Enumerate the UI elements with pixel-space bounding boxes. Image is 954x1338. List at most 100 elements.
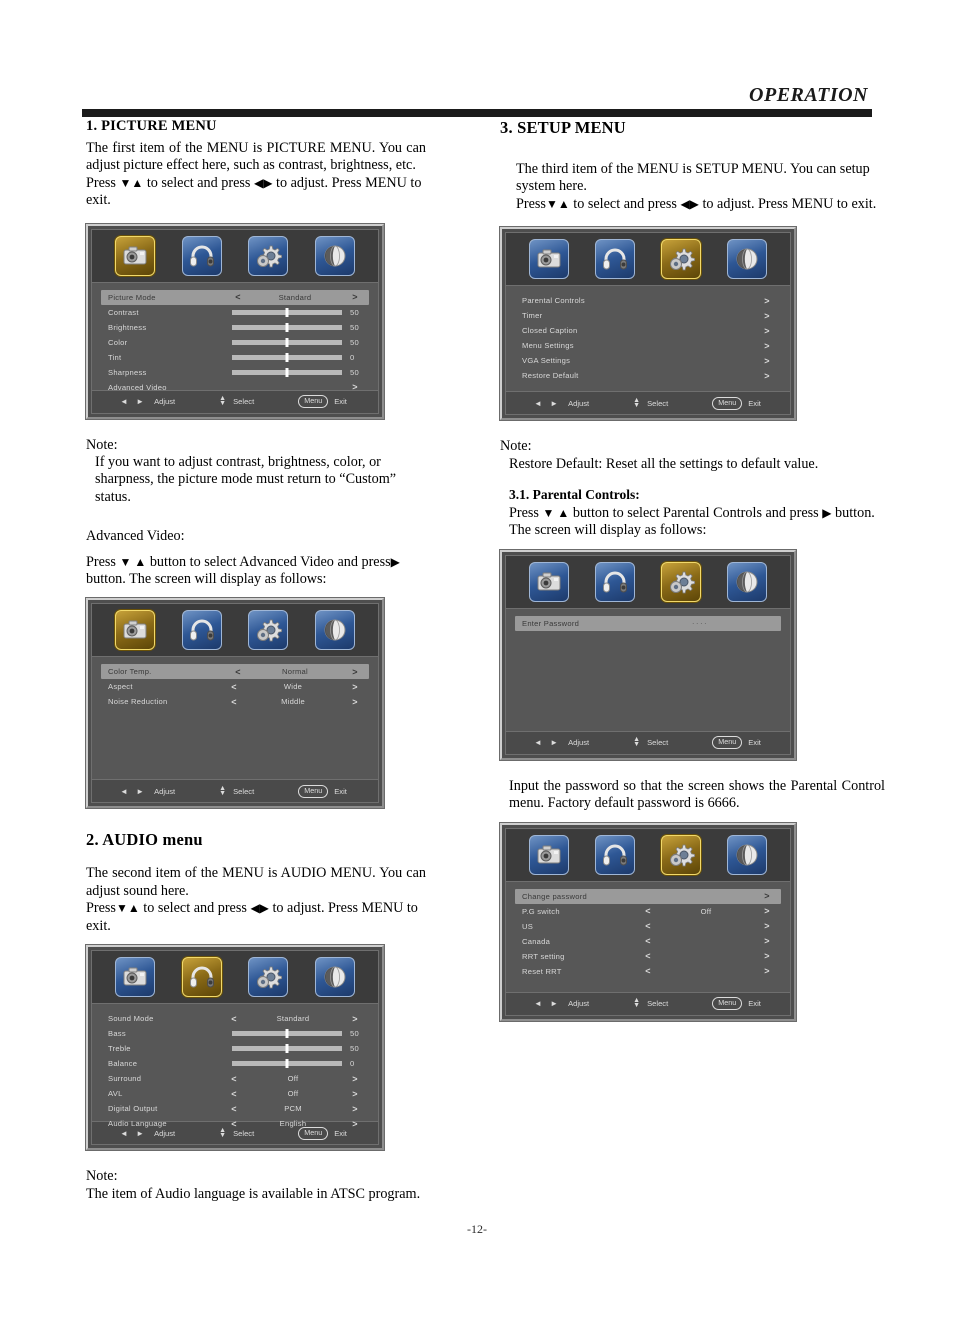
submenu-arrow-icon[interactable]: >: [756, 311, 778, 321]
menu-row-treble[interactable]: Treble 50: [92, 1041, 378, 1056]
sharpness-slider[interactable]: [232, 367, 342, 377]
menu-row-sound-mode[interactable]: Sound Mode < Standard >: [92, 1011, 378, 1026]
right-arrow-icon[interactable]: >: [756, 921, 778, 931]
left-arrow-icon[interactable]: <: [230, 667, 246, 677]
menu-row-avl[interactable]: AVL < Off >: [92, 1086, 378, 1101]
treble-slider[interactable]: [232, 1044, 342, 1054]
password-masked-value[interactable]: ····: [644, 619, 756, 628]
menu-button-pill[interactable]: Menu: [712, 997, 743, 1011]
right-arrow-icon[interactable]: >: [344, 1014, 366, 1024]
menu-row-timer[interactable]: Timer >: [506, 308, 790, 323]
slider-thumb[interactable]: [285, 352, 289, 362]
right-arrow-icon[interactable]: >: [344, 697, 366, 707]
menu-row-advanced-video[interactable]: Advanced Video >: [92, 380, 378, 395]
menu-row-menu-settings[interactable]: Menu Settings >: [506, 338, 790, 353]
right-arrow-icon[interactable]: >: [344, 1089, 366, 1099]
audio-tab-icon[interactable]: [181, 235, 222, 276]
menu-row-bass[interactable]: Bass 50: [92, 1026, 378, 1041]
left-arrow-icon[interactable]: <: [230, 292, 246, 302]
picture-tab-icon[interactable]: [115, 235, 156, 276]
setup-tab-icon[interactable]: [248, 610, 289, 651]
right-arrow-icon[interactable]: >: [756, 936, 778, 946]
tint-slider[interactable]: [232, 352, 342, 362]
audio-tab-icon[interactable]: [595, 834, 635, 875]
submenu-arrow-icon[interactable]: >: [756, 296, 778, 306]
picture-tab-icon[interactable]: [529, 561, 569, 602]
setup-tab-icon[interactable]: [661, 239, 701, 280]
right-arrow-icon[interactable]: >: [344, 667, 366, 677]
picture-tab-icon[interactable]: [115, 610, 156, 651]
menu-row-color-temp[interactable]: Color Temp. < Normal >: [101, 664, 369, 680]
right-arrow-icon[interactable]: >: [756, 951, 778, 961]
slider-thumb[interactable]: [285, 367, 289, 377]
left-arrow-icon[interactable]: <: [640, 906, 656, 916]
submenu-arrow-icon[interactable]: >: [756, 326, 778, 336]
left-arrow-icon[interactable]: <: [640, 951, 656, 961]
audio-tab-icon[interactable]: [595, 239, 635, 280]
bass-slider[interactable]: [232, 1029, 342, 1039]
menu-row-digital-output[interactable]: Digital Output < PCM >: [92, 1101, 378, 1116]
menu-row-parental-controls[interactable]: Parental Controls >: [506, 293, 790, 308]
right-arrow-icon[interactable]: >: [344, 1074, 366, 1084]
left-arrow-icon[interactable]: <: [226, 1089, 242, 1099]
brightness-slider[interactable]: [232, 322, 342, 332]
right-arrow-icon[interactable]: >: [344, 292, 366, 302]
left-arrow-icon[interactable]: <: [640, 966, 656, 976]
submenu-arrow-icon[interactable]: >: [344, 382, 366, 392]
menu-row-us[interactable]: US < >: [506, 919, 790, 934]
channel-tab-icon[interactable]: [314, 235, 355, 276]
menu-row-contrast[interactable]: Contrast 50: [92, 305, 378, 320]
left-arrow-icon[interactable]: <: [226, 1014, 242, 1024]
menu-row-restore-default[interactable]: Restore Default >: [506, 368, 790, 383]
menu-row-tint[interactable]: Tint 0: [92, 350, 378, 365]
menu-row-pg-switch[interactable]: P.G switch < Off >: [506, 904, 790, 919]
left-arrow-icon[interactable]: <: [226, 1119, 242, 1129]
right-arrow-icon[interactable]: >: [756, 906, 778, 916]
left-arrow-icon[interactable]: <: [226, 697, 242, 707]
left-arrow-icon[interactable]: <: [640, 936, 656, 946]
menu-row-rrt-setting[interactable]: RRT setting < >: [506, 949, 790, 964]
setup-tab-icon[interactable]: [661, 834, 701, 875]
audio-tab-icon[interactable]: [181, 957, 222, 998]
right-arrow-icon[interactable]: >: [344, 682, 366, 692]
left-arrow-icon[interactable]: <: [226, 1104, 242, 1114]
menu-button-pill[interactable]: Menu: [298, 395, 329, 409]
slider-thumb[interactable]: [285, 337, 289, 347]
slider-thumb[interactable]: [285, 1044, 289, 1054]
menu-row-sharpness[interactable]: Sharpness 50: [92, 365, 378, 380]
menu-row-picture-mode[interactable]: Picture Mode < Standard >: [101, 289, 369, 305]
menu-button-pill[interactable]: Menu: [298, 784, 329, 798]
left-arrow-icon[interactable]: <: [226, 682, 242, 692]
channel-tab-icon[interactable]: [314, 957, 355, 998]
menu-row-vga-settings[interactable]: VGA Settings >: [506, 353, 790, 368]
slider-thumb[interactable]: [285, 1029, 289, 1039]
setup-tab-icon[interactable]: [248, 235, 289, 276]
menu-row-canada[interactable]: Canada < >: [506, 934, 790, 949]
contrast-slider[interactable]: [232, 307, 342, 317]
menu-row-noise-reduction[interactable]: Noise Reduction < Middle >: [92, 694, 378, 709]
menu-row-closed-caption[interactable]: Closed Caption >: [506, 323, 790, 338]
menu-row-brightness[interactable]: Brightness 50: [92, 320, 378, 335]
menu-row-change-password[interactable]: Change password >: [515, 888, 781, 904]
menu-row-enter-password[interactable]: Enter Password ····: [515, 615, 781, 631]
submenu-arrow-icon[interactable]: >: [756, 371, 778, 381]
menu-row-audio-language[interactable]: Audio Language < English >: [92, 1116, 378, 1131]
slider-thumb[interactable]: [285, 307, 289, 317]
submenu-arrow-icon[interactable]: >: [756, 341, 778, 351]
right-arrow-icon[interactable]: >: [756, 966, 778, 976]
submenu-arrow-icon[interactable]: >: [756, 356, 778, 366]
channel-tab-icon[interactable]: [727, 561, 767, 602]
menu-button-pill[interactable]: Menu: [712, 736, 743, 750]
picture-tab-icon[interactable]: [115, 957, 156, 998]
menu-button-pill[interactable]: Menu: [712, 396, 743, 410]
picture-tab-icon[interactable]: [529, 834, 569, 875]
menu-row-aspect[interactable]: Aspect < Wide >: [92, 679, 378, 694]
audio-tab-icon[interactable]: [595, 561, 635, 602]
menu-row-color[interactable]: Color 50: [92, 335, 378, 350]
slider-thumb[interactable]: [285, 1059, 289, 1069]
menu-row-surround[interactable]: Surround < Off >: [92, 1071, 378, 1086]
picture-tab-icon[interactable]: [529, 239, 569, 280]
setup-tab-icon[interactable]: [248, 957, 289, 998]
balance-slider[interactable]: [232, 1059, 342, 1069]
audio-tab-icon[interactable]: [181, 610, 222, 651]
